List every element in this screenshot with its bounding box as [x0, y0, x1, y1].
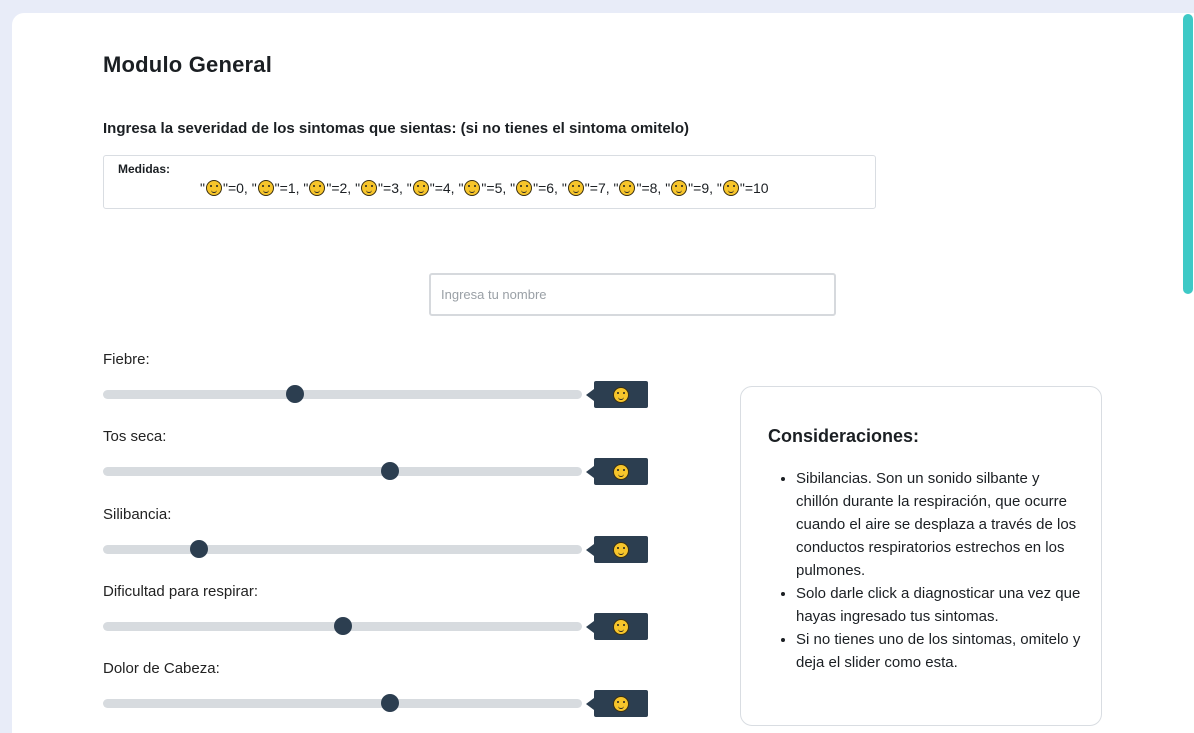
- scale-quote: , ": [502, 180, 516, 196]
- scale-value: "=2: [326, 180, 348, 196]
- scale-item: , " "=7: [554, 180, 606, 196]
- disappointed-face-icon: [613, 463, 629, 480]
- slider-value-badge: [586, 381, 648, 408]
- slider-value-badge: [586, 458, 648, 485]
- persevering-face-icon: [361, 180, 378, 196]
- measures-box: Medidas: " "=0, " "=1, " "=2, " "=3, " "=4, "…: [103, 155, 876, 209]
- scale-item: , " "=10: [709, 180, 769, 196]
- considerations-item: Sibilancias. Son un sonido silbante y ch…: [796, 467, 1086, 582]
- crying-face-icon: [567, 180, 584, 196]
- severity-slider[interactable]: [103, 540, 582, 558]
- scale-quote: , ": [709, 180, 722, 196]
- name-input[interactable]: [429, 273, 836, 316]
- fearful-face-icon: [613, 618, 629, 635]
- scrollbar-thumb[interactable]: [1183, 14, 1193, 294]
- measures-label: Medidas:: [118, 162, 171, 176]
- scale-value: "=4: [429, 180, 451, 196]
- scale-value: "=8: [636, 180, 658, 196]
- symptom-label: Silibancia:: [103, 506, 172, 523]
- scale-quote: , ": [347, 180, 361, 196]
- scale-quote: , ": [295, 180, 309, 196]
- scale-quote: , ": [657, 180, 671, 196]
- scale-value: "=0: [222, 180, 244, 196]
- disappointed-face-icon: [516, 180, 533, 196]
- severity-slider[interactable]: [103, 462, 582, 480]
- worried-face-icon: [613, 541, 629, 558]
- slightly-smiling-face-icon: [205, 180, 222, 196]
- scale-item: , " "=1: [244, 180, 296, 196]
- slider-thumb[interactable]: [381, 694, 399, 712]
- scale-quote: , ": [450, 180, 464, 196]
- considerations-item: Solo darle click a diagnosticar una vez …: [796, 582, 1086, 628]
- scale-item: , " "=3: [347, 180, 399, 196]
- scale-quote: , ": [554, 180, 567, 196]
- symptom-label: Dolor de Cabeza:: [103, 660, 220, 677]
- scale-item: , " "=2: [295, 180, 348, 196]
- scale-value: "=7: [584, 180, 606, 196]
- scale-quote: , ": [243, 180, 257, 196]
- symptom-label: Dificultad para respirar:: [103, 583, 259, 600]
- slider-thumb[interactable]: [381, 462, 399, 480]
- scale-item: " "=0: [200, 180, 244, 196]
- symptom-label: Tos seca:: [103, 428, 167, 445]
- slider-thumb[interactable]: [334, 617, 352, 635]
- scale-value: "=6: [533, 180, 555, 196]
- scale-item: , " "=9: [657, 180, 709, 196]
- symptom-label: Fiebre:: [103, 351, 150, 368]
- considerations-item: Si no tienes uno de los sintomas, omitel…: [796, 628, 1086, 674]
- scale-value: "=10: [739, 180, 769, 196]
- slider-value-badge: [586, 536, 648, 563]
- sick-face-icon: [671, 180, 688, 196]
- confused-face-icon: [257, 180, 274, 196]
- tired-face-icon: [412, 180, 429, 196]
- slider-thumb[interactable]: [190, 540, 208, 558]
- measures-scale: " "=0, " "=1, " "=2, " "=3, " "=4, " "=5, " "=6…: [200, 180, 769, 196]
- worried-face-icon: [309, 180, 326, 196]
- severity-slider[interactable]: [103, 694, 582, 712]
- severity-slider[interactable]: [103, 617, 582, 635]
- considerations-list: Sibilancias. Son un sonido silbante y ch…: [768, 467, 1086, 674]
- scale-quote: , ": [605, 180, 619, 196]
- considerations-title: Consideraciones:: [768, 426, 920, 446]
- scale-value: "=1: [274, 180, 296, 196]
- slider-value-badge: [586, 690, 648, 717]
- disappointed-face-icon: [613, 695, 629, 712]
- scale-item: , " "=8: [605, 180, 658, 196]
- severity-slider[interactable]: [103, 385, 582, 403]
- fearful-face-icon: [464, 180, 481, 196]
- scale-item: , " "=6: [502, 180, 554, 196]
- tired-face-icon: [613, 386, 629, 403]
- scale-quote: , ": [398, 180, 412, 196]
- nauseated-face-icon: [619, 180, 636, 196]
- scale-value: "=5: [481, 180, 503, 196]
- page-title: Modulo General: [103, 52, 273, 77]
- scale-value: "=9: [688, 180, 710, 196]
- scale-value: "=3: [378, 180, 399, 196]
- instructions-text: Ingresa la severidad de los sintomas que…: [103, 120, 690, 137]
- scale-quote: ": [200, 180, 205, 196]
- slider-value-badge: [586, 613, 648, 640]
- scale-item: , " "=5: [450, 180, 503, 196]
- scale-item: , " "=4: [399, 180, 451, 196]
- considerations-panel: Consideraciones: Sibilancias. Son un son…: [740, 386, 1102, 726]
- dizzy-face-icon: [722, 180, 739, 196]
- slider-thumb[interactable]: [286, 385, 304, 403]
